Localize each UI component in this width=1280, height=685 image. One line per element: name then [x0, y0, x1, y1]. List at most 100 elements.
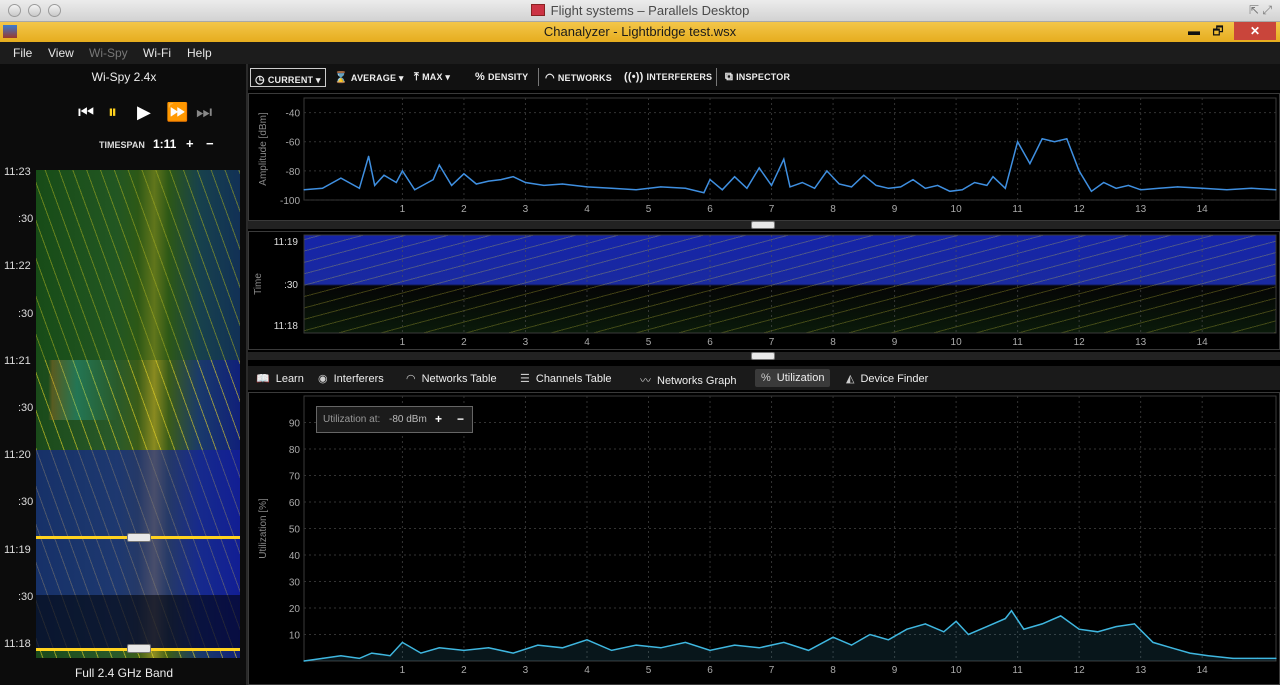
x-tick-label: 5 [646, 665, 652, 676]
density-button[interactable]: % DENSITY [475, 71, 528, 83]
data-point [703, 192, 705, 194]
mac-title-text: Flight systems – Parallels Desktop [550, 3, 750, 18]
fast-forward-icon[interactable]: ⏩ [166, 102, 188, 123]
data-point [967, 633, 970, 636]
selection-bottom-handle[interactable] [127, 644, 151, 653]
current-dropdown[interactable]: ◷ CURRENT ▾ [250, 68, 326, 87]
data-point [986, 184, 988, 187]
menu-bar: File View Wi-Spy Wi-Fi Help [0, 42, 1280, 64]
menu-wi-fi[interactable]: Wi-Fi [143, 46, 171, 60]
menu-wi-spy[interactable]: Wi-Spy [89, 46, 128, 60]
mac-fullscreen-icon[interactable]: ⇱ ⤢ [1249, 3, 1272, 18]
x-tick-label: 13 [1135, 337, 1147, 348]
x-tick-label: 9 [892, 204, 898, 215]
x-tick-label: 6 [707, 665, 713, 676]
data-point [1158, 187, 1160, 189]
y-tick-label: 30 [289, 578, 301, 589]
menu-help[interactable]: Help [187, 46, 212, 60]
networks-button[interactable]: ◠ NETWORKS [545, 71, 612, 84]
skip-start-icon[interactable]: ⏮ [78, 102, 94, 123]
data-point [1017, 141, 1019, 143]
tab-networks-table[interactable]: ◠ Networks Table [406, 372, 497, 385]
data-point [635, 644, 637, 646]
book-icon: 📖 [256, 373, 270, 385]
waterfall-tick-label: 11:23 [4, 166, 31, 178]
y-tick-label: 50 [289, 525, 301, 536]
splitter-handle[interactable] [751, 352, 775, 360]
x-tick-label: 4 [584, 665, 590, 676]
threshold-increase-button[interactable]: + [435, 412, 442, 426]
pause-icon[interactable]: ⏸ [108, 102, 117, 123]
data-point [961, 189, 963, 191]
tab-interferers-label: Interferers [333, 373, 384, 385]
timespan-decrease-button[interactable]: − [206, 136, 214, 151]
x-tick-label: 8 [830, 337, 836, 348]
menu-file[interactable]: File [13, 46, 32, 60]
timespan-increase-button[interactable]: + [186, 136, 194, 151]
selection-top-handle[interactable] [127, 533, 151, 542]
utilization-chart[interactable]: 1 2 3 4 5 6 7 8 9 10 11 12 13 14908070605040302010Uti… [249, 393, 1279, 684]
max-dropdown[interactable]: ⤒ MAX ▾ [414, 71, 450, 84]
data-point [734, 644, 736, 646]
x-tick-label: 11 [1012, 665, 1023, 676]
data-point [340, 177, 342, 179]
data-point [303, 189, 305, 191]
data-point [709, 179, 711, 181]
restore-button[interactable]: 🗗 [1208, 22, 1228, 40]
device-finder-icon: ◭ [846, 373, 855, 385]
inspector-button[interactable]: ⧉ INSPECTOR [725, 71, 790, 84]
x-tick-label: 3 [523, 337, 529, 348]
interferers-button[interactable]: ((•)) INTERFERERS [624, 71, 712, 83]
spectrum-chart[interactable]: 1 2 3 4 5 6 7 8 9 10 11 12 13 14-40-60-80-100Amplitud… [249, 94, 1279, 220]
data-point [721, 189, 723, 191]
heatmap-splitter[interactable] [248, 352, 1280, 360]
data-point [924, 623, 926, 625]
y-tick-label: -60 [286, 138, 301, 149]
x-tick-label: 12 [1074, 337, 1086, 348]
data-point [1004, 618, 1006, 620]
tab-device-finder[interactable]: ◭ Device Finder [846, 372, 928, 385]
y-axis-label: Utilization [%] [258, 498, 269, 559]
minimize-button[interactable]: ▬ [1184, 22, 1204, 40]
tab-interferers[interactable]: ◉ Interferers [318, 372, 384, 385]
close-button[interactable]: ✕ [1234, 22, 1276, 40]
data-point [321, 657, 324, 659]
tab-networks-graph[interactable]: 〰 Networks Graph [640, 372, 736, 388]
skip-end-icon[interactable]: ⏭ [196, 102, 212, 123]
threshold-decrease-button[interactable]: − [457, 412, 464, 426]
data-point [887, 187, 890, 189]
spectrum-splitter[interactable] [248, 221, 1280, 229]
plot-frame [303, 234, 1277, 334]
x-tick-label: 14 [1197, 204, 1209, 215]
app-title-bar: Chanalyzer - Lightbridge test.wsx ▬ 🗗 ✕ [0, 22, 1280, 42]
menu-view[interactable]: View [48, 46, 74, 60]
x-tick-label: 10 [951, 337, 963, 348]
x-tick-label: 4 [584, 337, 590, 348]
y-tick-label: 20 [289, 604, 301, 615]
play-icon[interactable]: ▶ [137, 102, 151, 123]
y-tick-label: :30 [284, 280, 298, 291]
x-tick-label: 7 [769, 204, 775, 215]
tab-channels-table[interactable]: ☰ Channels Table [520, 372, 612, 385]
data-point [635, 189, 637, 191]
data-point [746, 187, 748, 189]
data-point [358, 657, 360, 659]
data-point [512, 652, 514, 654]
tab-learn[interactable]: 📖 Learn [256, 372, 304, 385]
data-point [438, 647, 440, 649]
mac-title-bar: Flight systems – Parallels Desktop ⇱ ⤢ [0, 0, 1280, 22]
broadcast-icon: ((•)) [624, 71, 644, 83]
utilization-threshold-control: Utilization at: -80 dBm + − [316, 406, 473, 433]
x-tick-label: 5 [646, 204, 652, 215]
data-point [973, 181, 976, 184]
waterfall-overview[interactable] [36, 170, 240, 658]
tab-utilization[interactable]: % Utilization [755, 369, 831, 387]
splitter-handle[interactable] [751, 221, 775, 229]
y-tick-label: 80 [289, 445, 301, 456]
average-dropdown[interactable]: ⌛ AVERAGE ▾ [334, 71, 404, 84]
x-tick-label: 10 [951, 665, 963, 676]
y-tick-label: 70 [289, 472, 301, 483]
data-point [875, 184, 877, 187]
data-point [660, 186, 662, 188]
data-point [869, 633, 871, 636]
